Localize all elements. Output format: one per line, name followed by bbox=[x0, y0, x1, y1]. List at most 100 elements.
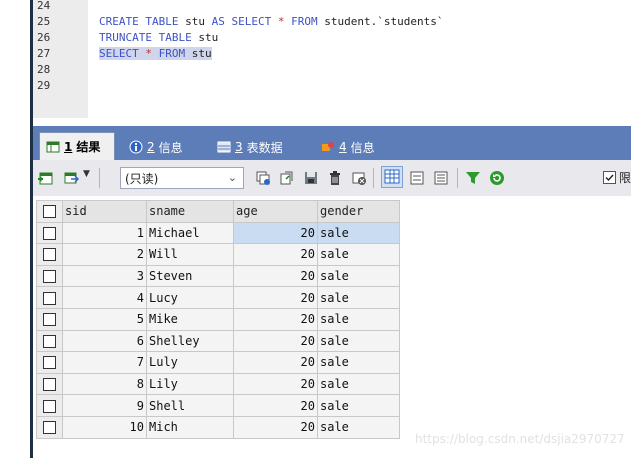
cell-gender[interactable]: sale bbox=[317, 221, 400, 245]
select-all-checkbox[interactable] bbox=[36, 200, 63, 223]
result-grid[interactable]: sid sname age gender 1 Michael 20 sale 2 Will… bbox=[33, 196, 631, 458]
checkbox-icon[interactable] bbox=[603, 171, 616, 184]
cell-gender[interactable]: sale bbox=[317, 243, 400, 266]
row-checkbox[interactable] bbox=[36, 221, 63, 245]
row-checkbox[interactable] bbox=[36, 307, 63, 331]
cell-sname[interactable]: Mike bbox=[146, 307, 234, 331]
cell-gender[interactable]: sale bbox=[317, 372, 400, 396]
cell-gender[interactable]: sale bbox=[317, 264, 400, 288]
cell-gender[interactable]: sale bbox=[317, 307, 400, 331]
cell-gender[interactable]: sale bbox=[317, 329, 400, 353]
column-header-sname[interactable]: sname bbox=[146, 200, 234, 223]
row-checkbox[interactable] bbox=[36, 415, 63, 439]
cell-sid[interactable]: 2 bbox=[62, 243, 147, 266]
cell-sid[interactable]: 6 bbox=[62, 329, 147, 353]
line-number: 29 bbox=[37, 79, 51, 92]
code-line-truncate[interactable]: TRUNCATE TABLE stu bbox=[99, 30, 218, 46]
cell-age[interactable]: 20 bbox=[233, 221, 318, 245]
cell-age[interactable]: 20 bbox=[233, 243, 318, 266]
tab-messages[interactable]: 4 信息 bbox=[315, 134, 395, 160]
disk-save-icon[interactable] bbox=[303, 170, 319, 186]
cell-sid[interactable]: 10 bbox=[62, 415, 147, 439]
cell-sname[interactable]: Luly bbox=[146, 351, 234, 374]
column-header-gender[interactable]: gender bbox=[317, 200, 400, 223]
refresh-icon[interactable] bbox=[489, 170, 505, 186]
cell-age[interactable]: 20 bbox=[233, 394, 318, 417]
delete-icon[interactable] bbox=[327, 170, 343, 186]
cell-sid[interactable]: 9 bbox=[62, 394, 147, 417]
tab-number: 3 bbox=[235, 140, 243, 154]
cell-sid[interactable]: 4 bbox=[62, 286, 147, 309]
row-checkbox[interactable] bbox=[36, 394, 63, 417]
cell-age[interactable]: 20 bbox=[233, 286, 318, 309]
readonly-select[interactable]: (只读) ⌄ bbox=[120, 167, 244, 189]
cell-age[interactable]: 20 bbox=[233, 307, 318, 331]
cell-sname[interactable]: Mich bbox=[146, 415, 234, 439]
table-row[interactable]: 3 Steven 20 sale bbox=[36, 264, 400, 288]
tab-table-data[interactable]: 3 表数据 bbox=[211, 134, 307, 160]
chevron-down-icon[interactable]: ▼ bbox=[83, 169, 90, 179]
cell-sname[interactable]: Steven bbox=[146, 264, 234, 288]
table-row[interactable]: 4 Lucy 20 sale bbox=[36, 286, 400, 309]
cell-sname[interactable]: Will bbox=[146, 243, 234, 266]
cell-age[interactable]: 20 bbox=[233, 415, 318, 439]
cell-gender[interactable]: sale bbox=[317, 394, 400, 417]
table-row[interactable]: 7 Luly 20 sale bbox=[36, 351, 400, 374]
cell-sid[interactable]: 7 bbox=[62, 351, 147, 374]
cell-gender[interactable]: sale bbox=[317, 351, 400, 374]
cell-gender[interactable]: sale bbox=[317, 415, 400, 439]
checkbox-icon bbox=[43, 291, 56, 305]
table-row[interactable]: 9 Shell 20 sale bbox=[36, 394, 400, 417]
cell-sname[interactable]: Shelley bbox=[146, 329, 234, 353]
table-row[interactable]: 1 Michael 20 sale bbox=[36, 221, 400, 245]
cell-sname[interactable]: Shell bbox=[146, 394, 234, 417]
copy-icon[interactable] bbox=[255, 170, 271, 186]
cell-sid[interactable]: 8 bbox=[62, 372, 147, 396]
cell-age[interactable]: 20 bbox=[233, 351, 318, 374]
checkbox-icon bbox=[43, 356, 56, 370]
duplicate-icon[interactable] bbox=[279, 170, 295, 186]
left-panel-edge bbox=[0, 0, 33, 458]
limit-rows-toggle[interactable]: 限制行 bbox=[603, 169, 631, 186]
cell-sname[interactable]: Lucy bbox=[146, 286, 234, 309]
tab-info[interactable]: 2 信息 bbox=[123, 134, 203, 160]
row-checkbox[interactable] bbox=[36, 264, 63, 288]
table-row[interactable]: 5 Mike 20 sale bbox=[36, 307, 400, 331]
code-line-select[interactable]: SELECT * FROM stu bbox=[99, 46, 212, 62]
cell-sname[interactable]: Lily bbox=[146, 372, 234, 396]
tab-results[interactable]: 1 结果 bbox=[39, 132, 115, 160]
filter-icon[interactable] bbox=[465, 170, 481, 186]
cell-sid[interactable]: 5 bbox=[62, 307, 147, 331]
row-checkbox[interactable] bbox=[36, 243, 63, 266]
cell-sname[interactable]: Michael bbox=[146, 221, 234, 245]
message-icon bbox=[321, 140, 335, 154]
add-row-icon[interactable] bbox=[37, 170, 53, 186]
sql-editor[interactable]: 24 25 26 27 28 29 CREATE TABLE stu AS SE… bbox=[33, 0, 631, 118]
row-checkbox[interactable] bbox=[36, 372, 63, 396]
column-header-sid[interactable]: sid bbox=[62, 200, 147, 223]
cell-age[interactable]: 20 bbox=[233, 329, 318, 353]
cell-age[interactable]: 20 bbox=[233, 372, 318, 396]
table-row[interactable]: 2 Will 20 sale bbox=[36, 243, 400, 266]
cell-sid[interactable]: 3 bbox=[62, 264, 147, 288]
code-line-create[interactable]: CREATE TABLE stu AS SELECT * FROM studen… bbox=[99, 14, 443, 30]
export-icon[interactable] bbox=[63, 170, 80, 186]
row-checkbox[interactable] bbox=[36, 351, 63, 374]
tab-label: 信息 bbox=[158, 140, 183, 155]
discard-icon[interactable] bbox=[351, 170, 367, 186]
row-checkbox[interactable] bbox=[36, 329, 63, 353]
checkbox-icon bbox=[43, 399, 56, 413]
checkbox-icon bbox=[43, 270, 56, 284]
row-checkbox[interactable] bbox=[36, 286, 63, 309]
tab-number: 4 bbox=[339, 140, 347, 154]
grid-view-icon[interactable] bbox=[381, 166, 403, 188]
table-row[interactable]: 6 Shelley 20 sale bbox=[36, 329, 400, 353]
table-row[interactable]: 8 Lily 20 sale bbox=[36, 372, 400, 396]
text-view-icon[interactable] bbox=[433, 170, 449, 186]
cell-sid[interactable]: 1 bbox=[62, 221, 147, 245]
table-row[interactable]: 10 Mich 20 sale bbox=[36, 415, 400, 439]
column-header-age[interactable]: age bbox=[233, 200, 318, 223]
cell-gender[interactable]: sale bbox=[317, 286, 400, 309]
cell-age[interactable]: 20 bbox=[233, 264, 318, 288]
form-view-icon[interactable] bbox=[409, 170, 425, 186]
